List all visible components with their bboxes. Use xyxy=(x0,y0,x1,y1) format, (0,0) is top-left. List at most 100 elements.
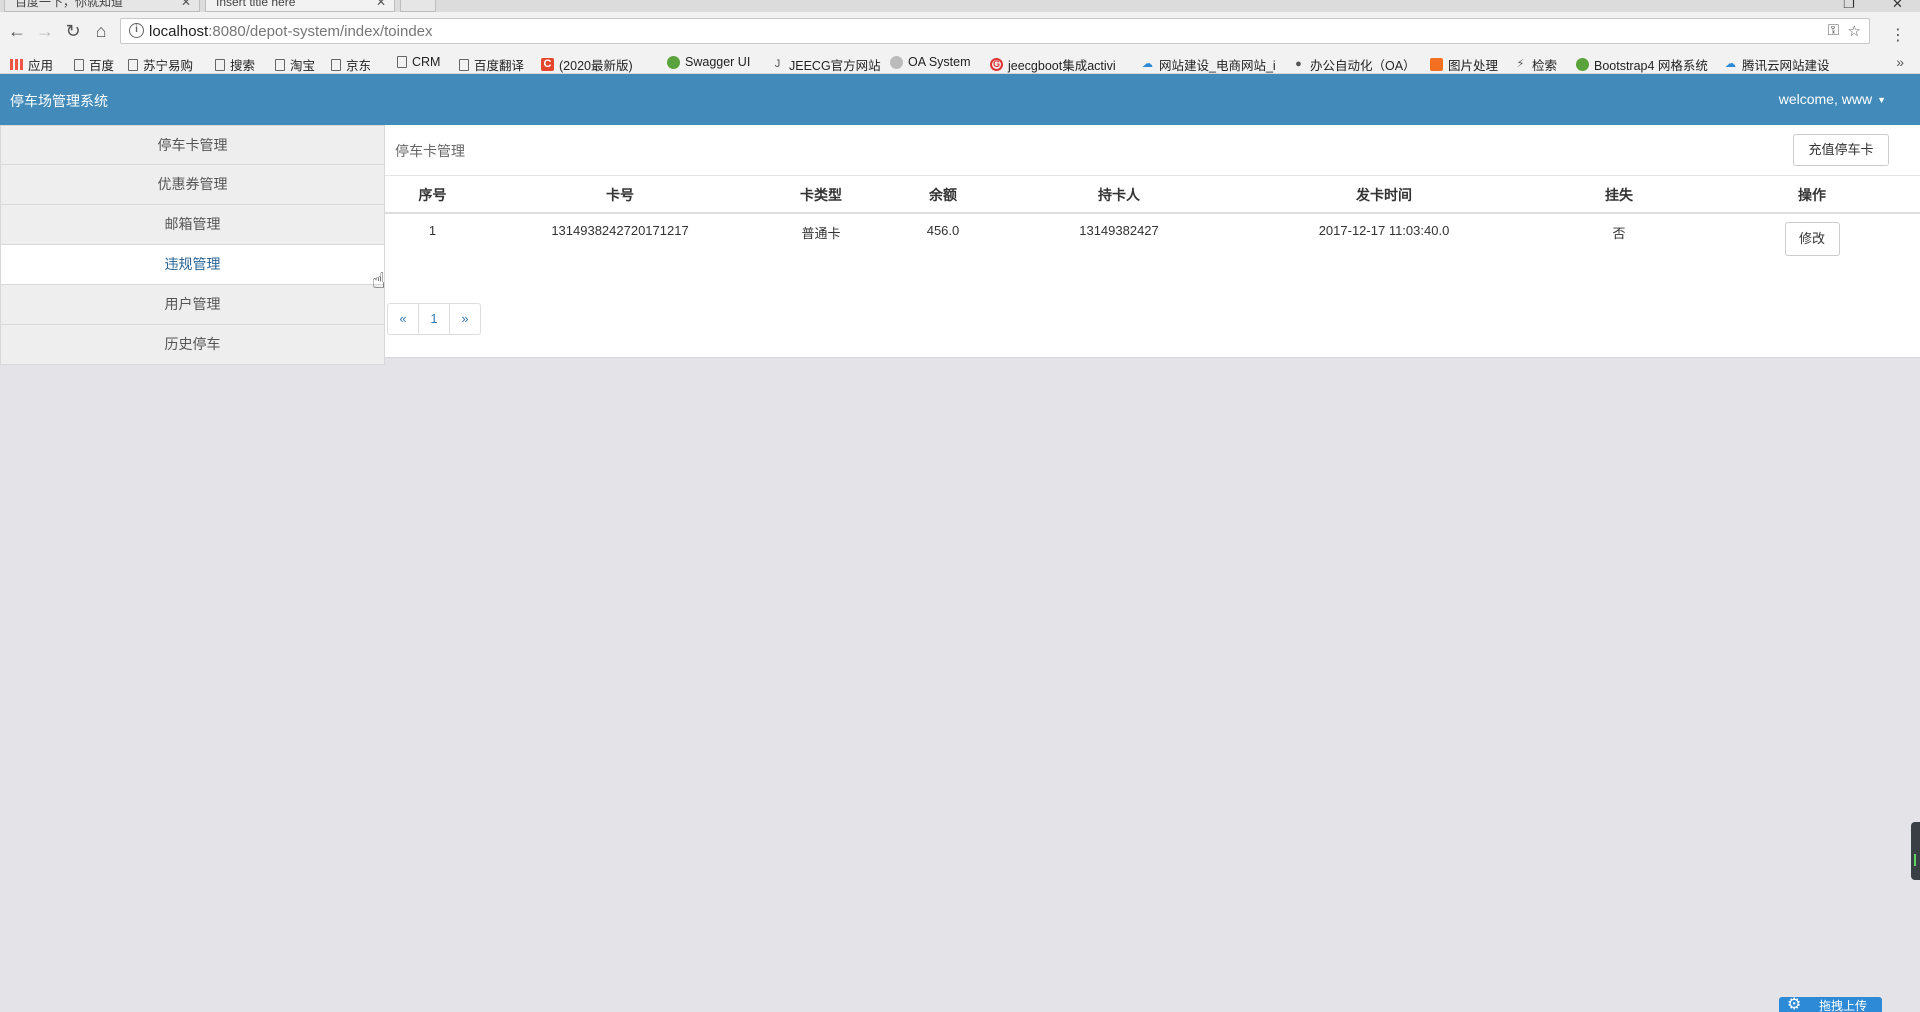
panel-heading: 停车卡管理 充值停车卡 xyxy=(385,125,1920,176)
page-icon xyxy=(331,58,341,71)
jeecg-boot-icon: G xyxy=(990,58,1003,71)
upload-widget[interactable]: ⚙ 拖拽上传 xyxy=(1779,997,1882,1012)
bookmark-item[interactable]: C (2020最新版) xyxy=(541,55,633,74)
hand-cursor-icon: ☝ xyxy=(372,268,386,293)
bootstrap-icon xyxy=(1576,58,1589,71)
column-header-issue-time: 发卡时间 xyxy=(1234,177,1534,214)
home-icon[interactable]: ⌂ xyxy=(90,20,112,42)
sidebar: 停车卡管理 优惠券管理 邮箱管理 违规管理 用户管理 历史停车 xyxy=(0,125,385,365)
bookmark-item[interactable]: Swagger UI xyxy=(667,55,750,69)
bookmark-label: 检索 xyxy=(1532,59,1558,73)
cell-index: 1 xyxy=(385,212,480,267)
pagination-prev[interactable]: « xyxy=(387,303,419,335)
sidebar-item-violations[interactable]: 违规管理 xyxy=(0,245,385,285)
page-icon xyxy=(215,58,225,71)
back-icon[interactable]: ← xyxy=(6,20,28,42)
browser-menu-icon[interactable]: ⋮ xyxy=(1890,28,1906,44)
bookmark-item[interactable]: 淘宝 xyxy=(275,55,315,74)
recharge-card-button[interactable]: 充值停车卡 xyxy=(1793,134,1889,166)
key-icon[interactable]: ⚿ xyxy=(1828,22,1839,39)
bookmark-label: 搜索 xyxy=(230,59,256,73)
bookmark-item[interactable]: OA System xyxy=(890,55,971,69)
browser-tab-baidu[interactable]: 百度一下，你就知道 ✕ xyxy=(4,0,200,12)
browser-toolbar: ← → ↻ ⌂ i localhost:8080/depot-system/in… xyxy=(0,12,1920,52)
bookmark-item[interactable]: 百度 xyxy=(74,55,114,74)
app-brand[interactable]: 停车场管理系统 xyxy=(10,91,108,111)
tab-label: 百度一下，你就知道 xyxy=(15,0,124,9)
bookmark-label: (2020最新版) xyxy=(559,59,633,73)
bookmark-item[interactable]: J JEECG官方网站 xyxy=(771,55,881,74)
user-menu[interactable]: welcome, www ▼ xyxy=(1779,91,1886,107)
bookmark-item[interactable]: 百度翻译 xyxy=(459,55,524,74)
sidebar-item-coupons[interactable]: 优惠券管理 xyxy=(0,165,385,205)
bookmark-label: JEECG官方网站 xyxy=(789,59,881,73)
restore-window-icon[interactable]: ❐ xyxy=(1843,0,1855,12)
bookmark-item[interactable]: ☁ 网站建设_电商网站_i xyxy=(1141,55,1276,74)
pagination-next[interactable]: » xyxy=(449,303,481,335)
new-tab-button[interactable] xyxy=(400,0,436,12)
cell-card-type: 普通卡 xyxy=(760,212,882,267)
pagination-page[interactable]: 1 xyxy=(418,303,450,335)
bookmark-item[interactable]: 图片处理 xyxy=(1430,55,1498,74)
bookmark-label: CRM xyxy=(412,55,441,69)
bookmark-item[interactable]: ● 办公自动化（OA） xyxy=(1292,55,1415,74)
gear-icon: ⚙ xyxy=(1787,997,1802,1012)
edit-button[interactable]: 修改 xyxy=(1784,222,1840,256)
column-header-holder: 持卡人 xyxy=(1004,177,1234,214)
column-header-card-type: 卡类型 xyxy=(760,177,882,214)
sidebar-item-parking-cards[interactable]: 停车卡管理 xyxy=(0,125,385,165)
bookmark-label: Bootstrap4 网格系统 xyxy=(1594,59,1708,73)
reload-icon[interactable]: ↻ xyxy=(62,20,84,42)
swagger-icon xyxy=(667,55,680,69)
info-icon[interactable]: i xyxy=(129,23,144,38)
cell-balance: 456.0 xyxy=(882,212,1004,267)
sidebar-item-mailbox[interactable]: 邮箱管理 xyxy=(0,205,385,245)
bookmark-item[interactable]: 苏宁易购 xyxy=(128,55,193,74)
browser-tab-active[interactable]: Insert title here ✕ xyxy=(205,0,395,12)
browser-tab-strip: 百度一下，你就知道 ✕ Insert title here ✕ ❐ ✕ xyxy=(0,0,1920,12)
column-header-lost: 挂失 xyxy=(1534,177,1704,214)
close-window-icon[interactable]: ✕ xyxy=(1892,0,1903,12)
cloud-icon: ☁ xyxy=(1725,58,1736,70)
page-title: 停车卡管理 xyxy=(395,143,465,159)
more-bookmarks-icon[interactable]: » xyxy=(1896,54,1904,70)
bookmark-star-icon[interactable]: ☆ xyxy=(1848,22,1861,40)
tab-label: Insert title here xyxy=(216,0,296,9)
bookmark-item[interactable]: Gjeecgboot集成activi xyxy=(990,55,1116,74)
bookmark-label: 图片处理 xyxy=(1448,59,1499,73)
bookmark-label: 应用 xyxy=(28,59,54,73)
sidebar-item-parking-history[interactable]: 历史停车 xyxy=(0,325,385,365)
cloud-icon: ☁ xyxy=(1142,58,1153,70)
url-text[interactable]: localhost:8080/depot-system/index/toinde… xyxy=(149,23,433,40)
apps-icon xyxy=(10,59,23,70)
bookmark-item[interactable]: 搜索 xyxy=(215,55,255,74)
bookmark-label: OA System xyxy=(908,55,971,69)
upload-label: 拖拽上传 xyxy=(1819,999,1868,1012)
forward-icon[interactable]: → xyxy=(34,20,56,42)
bookmark-label: 百度 xyxy=(89,59,115,73)
floating-side-widget[interactable] xyxy=(1911,822,1920,880)
github-icon: ● xyxy=(1295,58,1302,70)
close-icon[interactable]: ✕ xyxy=(181,0,191,8)
address-bar[interactable]: i localhost:8080/depot-system/index/toin… xyxy=(120,18,1870,44)
caret-down-icon: ▼ xyxy=(1877,95,1886,106)
bookmark-label: 百度翻译 xyxy=(474,59,525,73)
column-header-card-no: 卡号 xyxy=(480,177,760,214)
bookmark-item[interactable]: ⚡ 检索 xyxy=(1514,55,1557,74)
sidebar-item-users[interactable]: 用户管理 xyxy=(0,285,385,325)
bookmark-item[interactable]: 应用 xyxy=(10,55,53,74)
column-header-balance: 余额 xyxy=(882,177,1004,214)
bookmark-label: Swagger UI xyxy=(685,55,751,69)
bookmark-label: 苏宁易购 xyxy=(143,59,194,73)
column-header-index: 序号 xyxy=(385,177,480,214)
bookmark-item[interactable]: Bootstrap4 网格系统 xyxy=(1576,55,1708,74)
close-icon[interactable]: ✕ xyxy=(376,0,386,8)
bookmark-item[interactable]: CRM xyxy=(397,55,440,69)
cell-holder: 13149382427 xyxy=(1004,212,1234,267)
bookmark-label: 腾讯云网站建设 xyxy=(1742,59,1830,73)
bookmark-item[interactable]: 京东 xyxy=(331,55,371,74)
bookmark-label: 京东 xyxy=(346,59,372,73)
bookmark-label: 网站建设_电商网站_i xyxy=(1159,59,1276,73)
bookmark-item[interactable]: ☁ 腾讯云网站建设 xyxy=(1724,55,1830,74)
page-icon xyxy=(128,58,138,71)
